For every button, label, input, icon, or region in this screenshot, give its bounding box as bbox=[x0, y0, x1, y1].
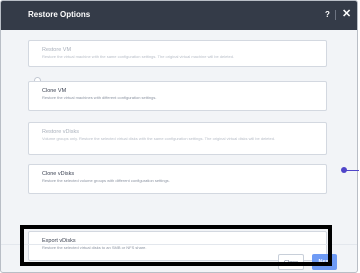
option-description: Restore the virtual machines with differ… bbox=[42, 95, 157, 100]
screen: Restore Options ? ✕ Restore VM Restore t… bbox=[0, 0, 360, 273]
footer-divider bbox=[1, 244, 357, 245]
option-description: Restore the selected virtual disks to an… bbox=[42, 245, 147, 250]
option-title: Restore VM bbox=[42, 47, 72, 53]
option-title: Restore vDisks bbox=[42, 129, 79, 135]
next-button[interactable]: Next bbox=[312, 254, 337, 270]
option-description: Volume groups only. Restore the selected… bbox=[42, 136, 276, 141]
option-description: Restore the virtual machine with the sam… bbox=[42, 54, 235, 59]
option-description: Restore the selected volume groups with … bbox=[42, 178, 170, 183]
close-icon[interactable]: ✕ bbox=[342, 8, 351, 20]
dialog-header: Restore Options ? ✕ bbox=[1, 1, 357, 30]
option-clone-vm[interactable]: Clone VM Restore the virtual machines wi… bbox=[28, 81, 327, 111]
header-divider bbox=[335, 10, 336, 20]
option-restore-vdisks[interactable]: Restore vDisks Volume groups only. Resto… bbox=[28, 122, 327, 155]
help-icon[interactable]: ? bbox=[325, 10, 330, 19]
close-button[interactable]: Close bbox=[278, 254, 304, 270]
annotation-dot bbox=[341, 167, 347, 173]
restore-options-dialog: Restore Options ? ✕ Restore VM Restore t… bbox=[0, 0, 358, 273]
option-title: Clone VM bbox=[42, 88, 67, 94]
option-title: Clone vDisks bbox=[42, 171, 75, 177]
option-clone-vdisks[interactable]: Clone vDisks Restore the selected volume… bbox=[28, 164, 327, 194]
annotation-line bbox=[345, 170, 359, 171]
dialog-title: Restore Options bbox=[28, 10, 91, 19]
option-restore-vm[interactable]: Restore VM Restore the virtual machine w… bbox=[28, 40, 327, 67]
